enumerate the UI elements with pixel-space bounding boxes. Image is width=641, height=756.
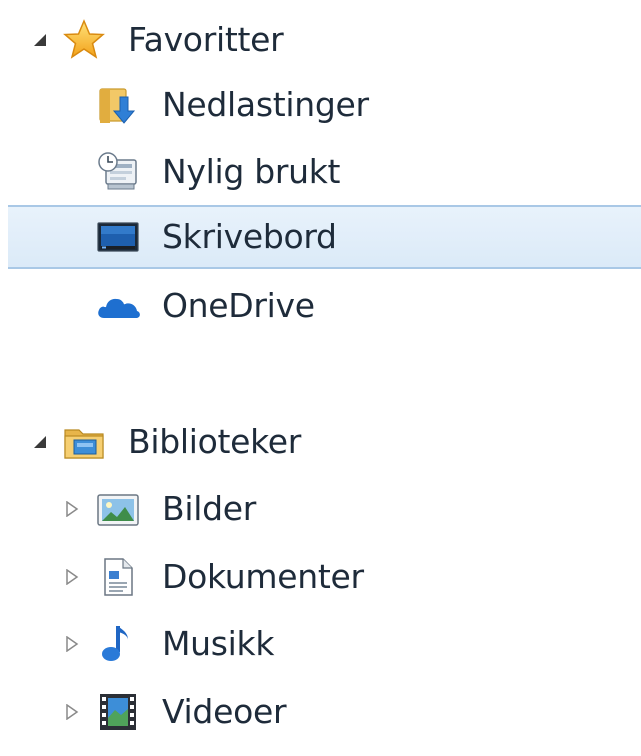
collapsed-arrow-icon[interactable] bbox=[62, 567, 82, 587]
desktop-icon bbox=[96, 215, 140, 259]
tree-item-documents[interactable]: Dokumenter bbox=[0, 545, 641, 609]
tree-item-recent-places[interactable]: Nylig brukt bbox=[0, 140, 641, 204]
expanded-arrow-icon[interactable] bbox=[30, 432, 50, 452]
music-note-icon bbox=[96, 622, 140, 666]
tree-item-desktop[interactable]: Skrivebord bbox=[8, 205, 641, 269]
expanded-arrow-icon[interactable] bbox=[30, 30, 50, 50]
star-icon bbox=[62, 18, 106, 62]
tree-item-label: Favoritter bbox=[128, 20, 284, 59]
tree-item-label: Dokumenter bbox=[162, 557, 364, 596]
tree-item-pictures[interactable]: Bilder bbox=[0, 477, 641, 541]
downloads-folder-icon bbox=[96, 83, 140, 127]
tree-item-videos[interactable]: Videoer bbox=[0, 680, 641, 744]
tree-item-label: OneDrive bbox=[162, 286, 315, 325]
tree-item-onedrive[interactable]: OneDrive bbox=[0, 274, 641, 338]
tree-item-label: Musikk bbox=[162, 624, 275, 663]
pictures-icon bbox=[96, 487, 140, 531]
tree-item-music[interactable]: Musikk bbox=[0, 612, 641, 676]
tree-item-label: Bilder bbox=[162, 489, 256, 528]
tree-item-label: Videoer bbox=[162, 692, 287, 731]
collapsed-arrow-icon[interactable] bbox=[62, 702, 82, 722]
collapsed-arrow-icon[interactable] bbox=[62, 499, 82, 519]
tree-item-label: Biblioteker bbox=[128, 422, 302, 461]
documents-icon bbox=[96, 555, 140, 599]
tree-item-libraries[interactable]: Biblioteker bbox=[0, 410, 641, 474]
navigation-pane: Favoritter Nedlastinger Nylig brukt Skri… bbox=[0, 0, 641, 756]
libraries-folder-icon bbox=[62, 420, 106, 464]
tree-item-favorites[interactable]: Favoritter bbox=[0, 8, 641, 72]
recent-places-icon bbox=[96, 150, 140, 194]
collapsed-arrow-icon[interactable] bbox=[62, 634, 82, 654]
tree-item-downloads[interactable]: Nedlastinger bbox=[0, 73, 641, 137]
tree-item-label: Nylig brukt bbox=[162, 152, 341, 191]
tree-item-label: Skrivebord bbox=[162, 217, 337, 256]
onedrive-cloud-icon bbox=[96, 284, 140, 328]
videos-film-icon bbox=[96, 690, 140, 734]
tree-item-label: Nedlastinger bbox=[162, 85, 369, 124]
